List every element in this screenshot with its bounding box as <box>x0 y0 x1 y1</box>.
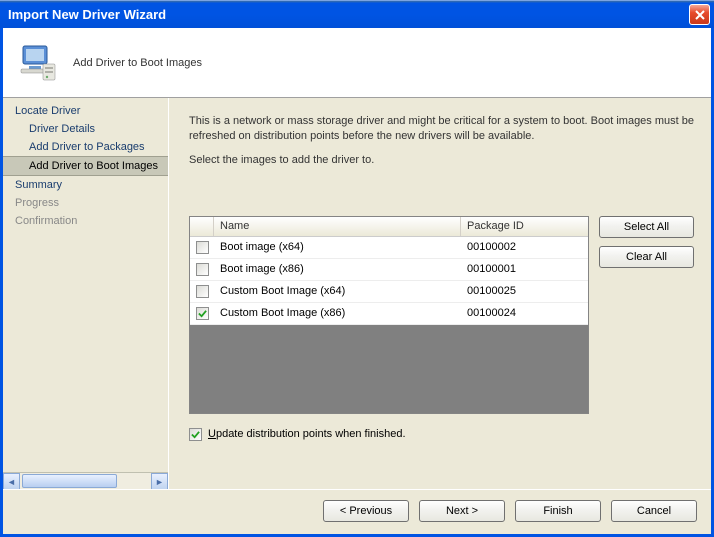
sidebar-item-confirmation[interactable]: Confirmation <box>3 212 168 230</box>
titlebar[interactable]: Import New Driver Wizard <box>0 0 714 28</box>
wizard-sidebar: Locate DriverDriver DetailsAdd Driver to… <box>3 98 168 489</box>
update-distribution-checkbox[interactable] <box>189 428 202 441</box>
row-name: Custom Boot Image (x86) <box>214 307 461 319</box>
sidebar-scrollbar[interactable]: ◄ ► <box>3 472 168 489</box>
row-package-id: 00100025 <box>461 285 587 297</box>
row-checkbox[interactable] <box>196 241 209 254</box>
cancel-button[interactable]: Cancel <box>611 500 697 522</box>
description-text: This is a network or mass storage driver… <box>189 114 695 144</box>
subdescription-text: Select the images to add the driver to. <box>189 154 695 166</box>
wizard-main: This is a network or mass storage driver… <box>168 98 711 489</box>
row-package-id: 00100024 <box>461 307 587 319</box>
sidebar-item-locate-driver[interactable]: Locate Driver <box>3 102 168 120</box>
wizard-header: Add Driver to Boot Images <box>3 28 711 98</box>
row-name: Boot image (x64) <box>214 241 461 253</box>
grid-header: Name Package ID <box>190 217 588 237</box>
scroll-thumb[interactable] <box>22 474 117 488</box>
row-package-id: 00100002 <box>461 241 587 253</box>
close-icon <box>695 10 705 20</box>
scroll-track[interactable] <box>20 473 151 489</box>
column-header-name[interactable]: Name <box>214 217 461 236</box>
wizard-footer: < Previous Next > Finish Cancel <box>3 489 711 534</box>
computer-icon <box>17 42 59 84</box>
window-title: Import New Driver Wizard <box>8 7 689 22</box>
update-distribution-label[interactable]: Update distribution points when finished… <box>208 428 406 440</box>
table-row[interactable]: Custom Boot Image (x86)00100024 <box>190 303 588 325</box>
table-row[interactable]: Custom Boot Image (x64)00100025 <box>190 281 588 303</box>
row-checkbox[interactable] <box>196 263 209 276</box>
finish-button[interactable]: Finish <box>515 500 601 522</box>
sidebar-item-add-driver-to-boot-images[interactable]: Add Driver to Boot Images <box>3 156 168 176</box>
previous-button[interactable]: < Previous <box>323 500 409 522</box>
header-title: Add Driver to Boot Images <box>73 57 202 69</box>
table-row[interactable]: Boot image (x64)00100002 <box>190 237 588 259</box>
sidebar-item-driver-details[interactable]: Driver Details <box>3 120 168 138</box>
row-name: Custom Boot Image (x64) <box>214 285 461 297</box>
sidebar-item-progress[interactable]: Progress <box>3 194 168 212</box>
scroll-right-button[interactable]: ► <box>151 473 168 490</box>
column-header-package-id[interactable]: Package ID <box>461 217 587 236</box>
row-checkbox[interactable] <box>196 307 209 320</box>
select-all-button[interactable]: Select All <box>599 216 694 238</box>
sidebar-item-summary[interactable]: Summary <box>3 176 168 194</box>
next-button[interactable]: Next > <box>419 500 505 522</box>
table-row[interactable]: Boot image (x86)00100001 <box>190 259 588 281</box>
row-package-id: 00100001 <box>461 263 587 275</box>
column-header-check[interactable] <box>190 217 214 236</box>
close-button[interactable] <box>689 4 710 25</box>
boot-images-grid: Name Package ID Boot image (x64)00100002… <box>189 216 589 414</box>
row-name: Boot image (x86) <box>214 263 461 275</box>
sidebar-item-add-driver-to-packages[interactable]: Add Driver to Packages <box>3 138 168 156</box>
scroll-left-button[interactable]: ◄ <box>3 473 20 490</box>
row-checkbox[interactable] <box>196 285 209 298</box>
clear-all-button[interactable]: Clear All <box>599 246 694 268</box>
